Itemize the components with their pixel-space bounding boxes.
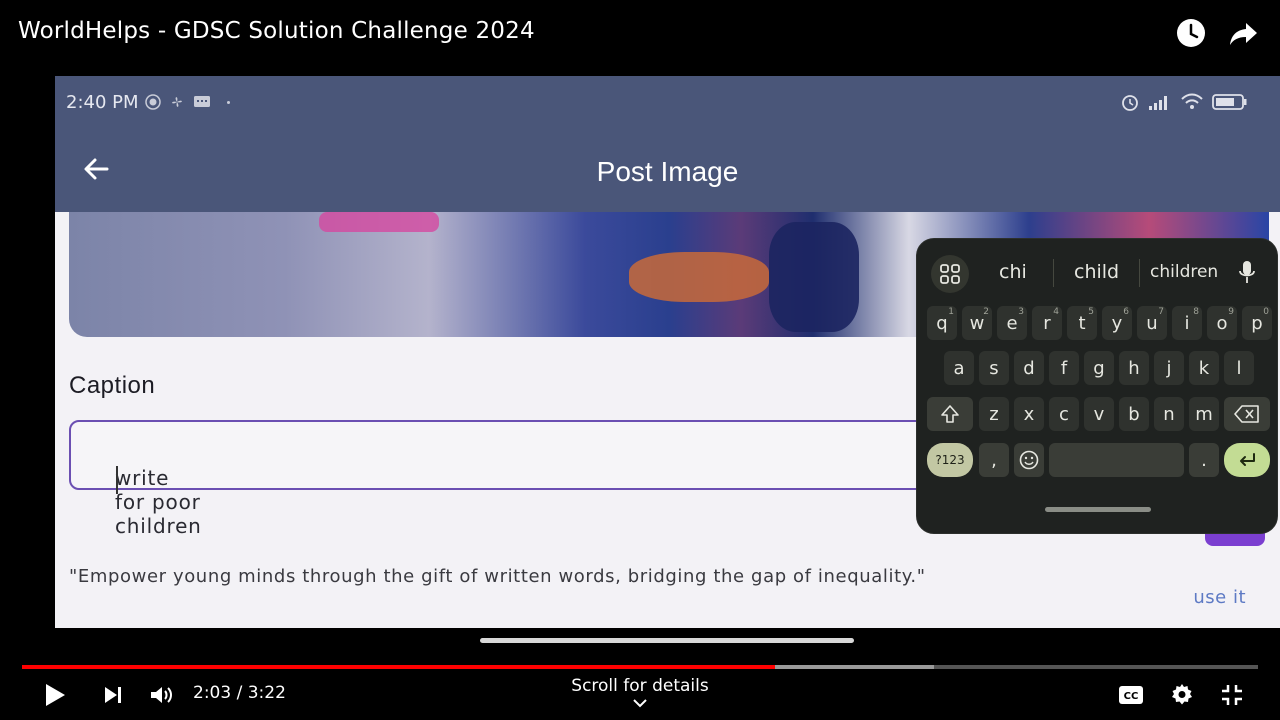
- exit-fullscreen-icon: [1222, 685, 1242, 705]
- backspace-key[interactable]: [1224, 397, 1270, 431]
- enter-icon: [1240, 453, 1255, 466]
- chevron-down-icon[interactable]: [632, 698, 648, 708]
- key-q[interactable]: q1: [927, 306, 957, 340]
- key-e[interactable]: e3: [997, 306, 1027, 340]
- key-i[interactable]: i8: [1172, 306, 1202, 340]
- key-l[interactable]: l: [1224, 351, 1254, 385]
- key-x[interactable]: x: [1014, 397, 1044, 431]
- exit-fullscreen-button[interactable]: [1218, 680, 1246, 710]
- enter-key[interactable]: [1224, 443, 1270, 477]
- app-bar: Post Image: [55, 132, 1280, 212]
- scroll-for-details[interactable]: Scroll for details: [0, 676, 1280, 696]
- comma-key[interactable]: ,: [979, 443, 1009, 477]
- battery-icon: [1212, 94, 1247, 110]
- key-w[interactable]: w2: [962, 306, 992, 340]
- key-t[interactable]: t5: [1067, 306, 1097, 340]
- key-z[interactable]: z: [979, 397, 1009, 431]
- key-n[interactable]: n: [1154, 397, 1184, 431]
- status-bar: 2:40 PM: [55, 76, 1280, 132]
- progress-played: [22, 665, 775, 669]
- emoji-icon: [1019, 450, 1039, 470]
- record-icon: [145, 94, 161, 110]
- text-caret: [116, 466, 118, 494]
- wifi-icon: [1181, 93, 1203, 109]
- watch-later-icon[interactable]: [1176, 18, 1206, 48]
- key-v[interactable]: v: [1084, 397, 1114, 431]
- suggestion-strip: chi child children: [917, 253, 1277, 293]
- svg-text:CC: CC: [1124, 691, 1139, 702]
- fan-icon: [172, 97, 182, 107]
- caption-value: write for poor children: [115, 466, 202, 538]
- use-it-link[interactable]: use it: [1193, 587, 1246, 608]
- space-key[interactable]: [1049, 443, 1184, 477]
- gear-icon: [1172, 684, 1192, 705]
- key-j[interactable]: j: [1154, 351, 1184, 385]
- key-b[interactable]: b: [1119, 397, 1149, 431]
- notification-dot: [227, 100, 230, 104]
- signal-icon: [1149, 96, 1167, 110]
- share-icon[interactable]: [1228, 18, 1258, 48]
- numbers-key[interactable]: ?123: [927, 443, 973, 477]
- key-f[interactable]: f: [1049, 351, 1079, 385]
- home-indicator: [480, 638, 854, 643]
- key-d[interactable]: d: [1014, 351, 1044, 385]
- message-icon: [194, 96, 210, 107]
- shift-key[interactable]: [927, 397, 973, 431]
- progress-bar[interactable]: [22, 665, 1258, 669]
- suggestion-1[interactable]: chi: [999, 261, 1027, 283]
- key-r[interactable]: r4: [1032, 306, 1062, 340]
- page-title: Post Image: [596, 156, 739, 187]
- emoji-key[interactable]: [1014, 443, 1044, 477]
- suggested-caption: "Empower young minds through the gift of…: [69, 566, 926, 587]
- period-key[interactable]: .: [1189, 443, 1219, 477]
- closed-captions-icon: CC: [1119, 686, 1143, 704]
- key-k[interactable]: k: [1189, 351, 1219, 385]
- key-m[interactable]: m: [1189, 397, 1219, 431]
- alarm-icon: [1122, 95, 1138, 111]
- key-y[interactable]: y6: [1102, 306, 1132, 340]
- settings-button[interactable]: [1168, 680, 1196, 710]
- keyboard-apps-icon[interactable]: [931, 255, 969, 293]
- suggestion-3[interactable]: children: [1150, 262, 1218, 282]
- caption-label: Caption: [69, 372, 156, 399]
- key-c[interactable]: c: [1049, 397, 1079, 431]
- captions-button[interactable]: CC: [1116, 680, 1146, 710]
- video-title: WorldHelps - GDSC Solution Challenge 202…: [18, 18, 535, 44]
- keyboard-handle[interactable]: [1045, 507, 1151, 512]
- key-g[interactable]: g: [1084, 351, 1114, 385]
- suggestion-2[interactable]: child: [1074, 261, 1119, 283]
- key-u[interactable]: u7: [1137, 306, 1167, 340]
- key-o[interactable]: o9: [1207, 306, 1237, 340]
- status-time: 2:40 PM: [66, 92, 139, 113]
- key-a[interactable]: a: [944, 351, 974, 385]
- backspace-icon: [1234, 405, 1259, 423]
- shift-icon: [941, 405, 959, 423]
- microphone-icon[interactable]: [1239, 259, 1255, 289]
- key-h[interactable]: h: [1119, 351, 1149, 385]
- key-s[interactable]: s: [979, 351, 1009, 385]
- onscreen-keyboard: chi child children q1 w2 e3 r4 t5 y6 u7 …: [916, 238, 1278, 534]
- key-p[interactable]: p0: [1242, 306, 1272, 340]
